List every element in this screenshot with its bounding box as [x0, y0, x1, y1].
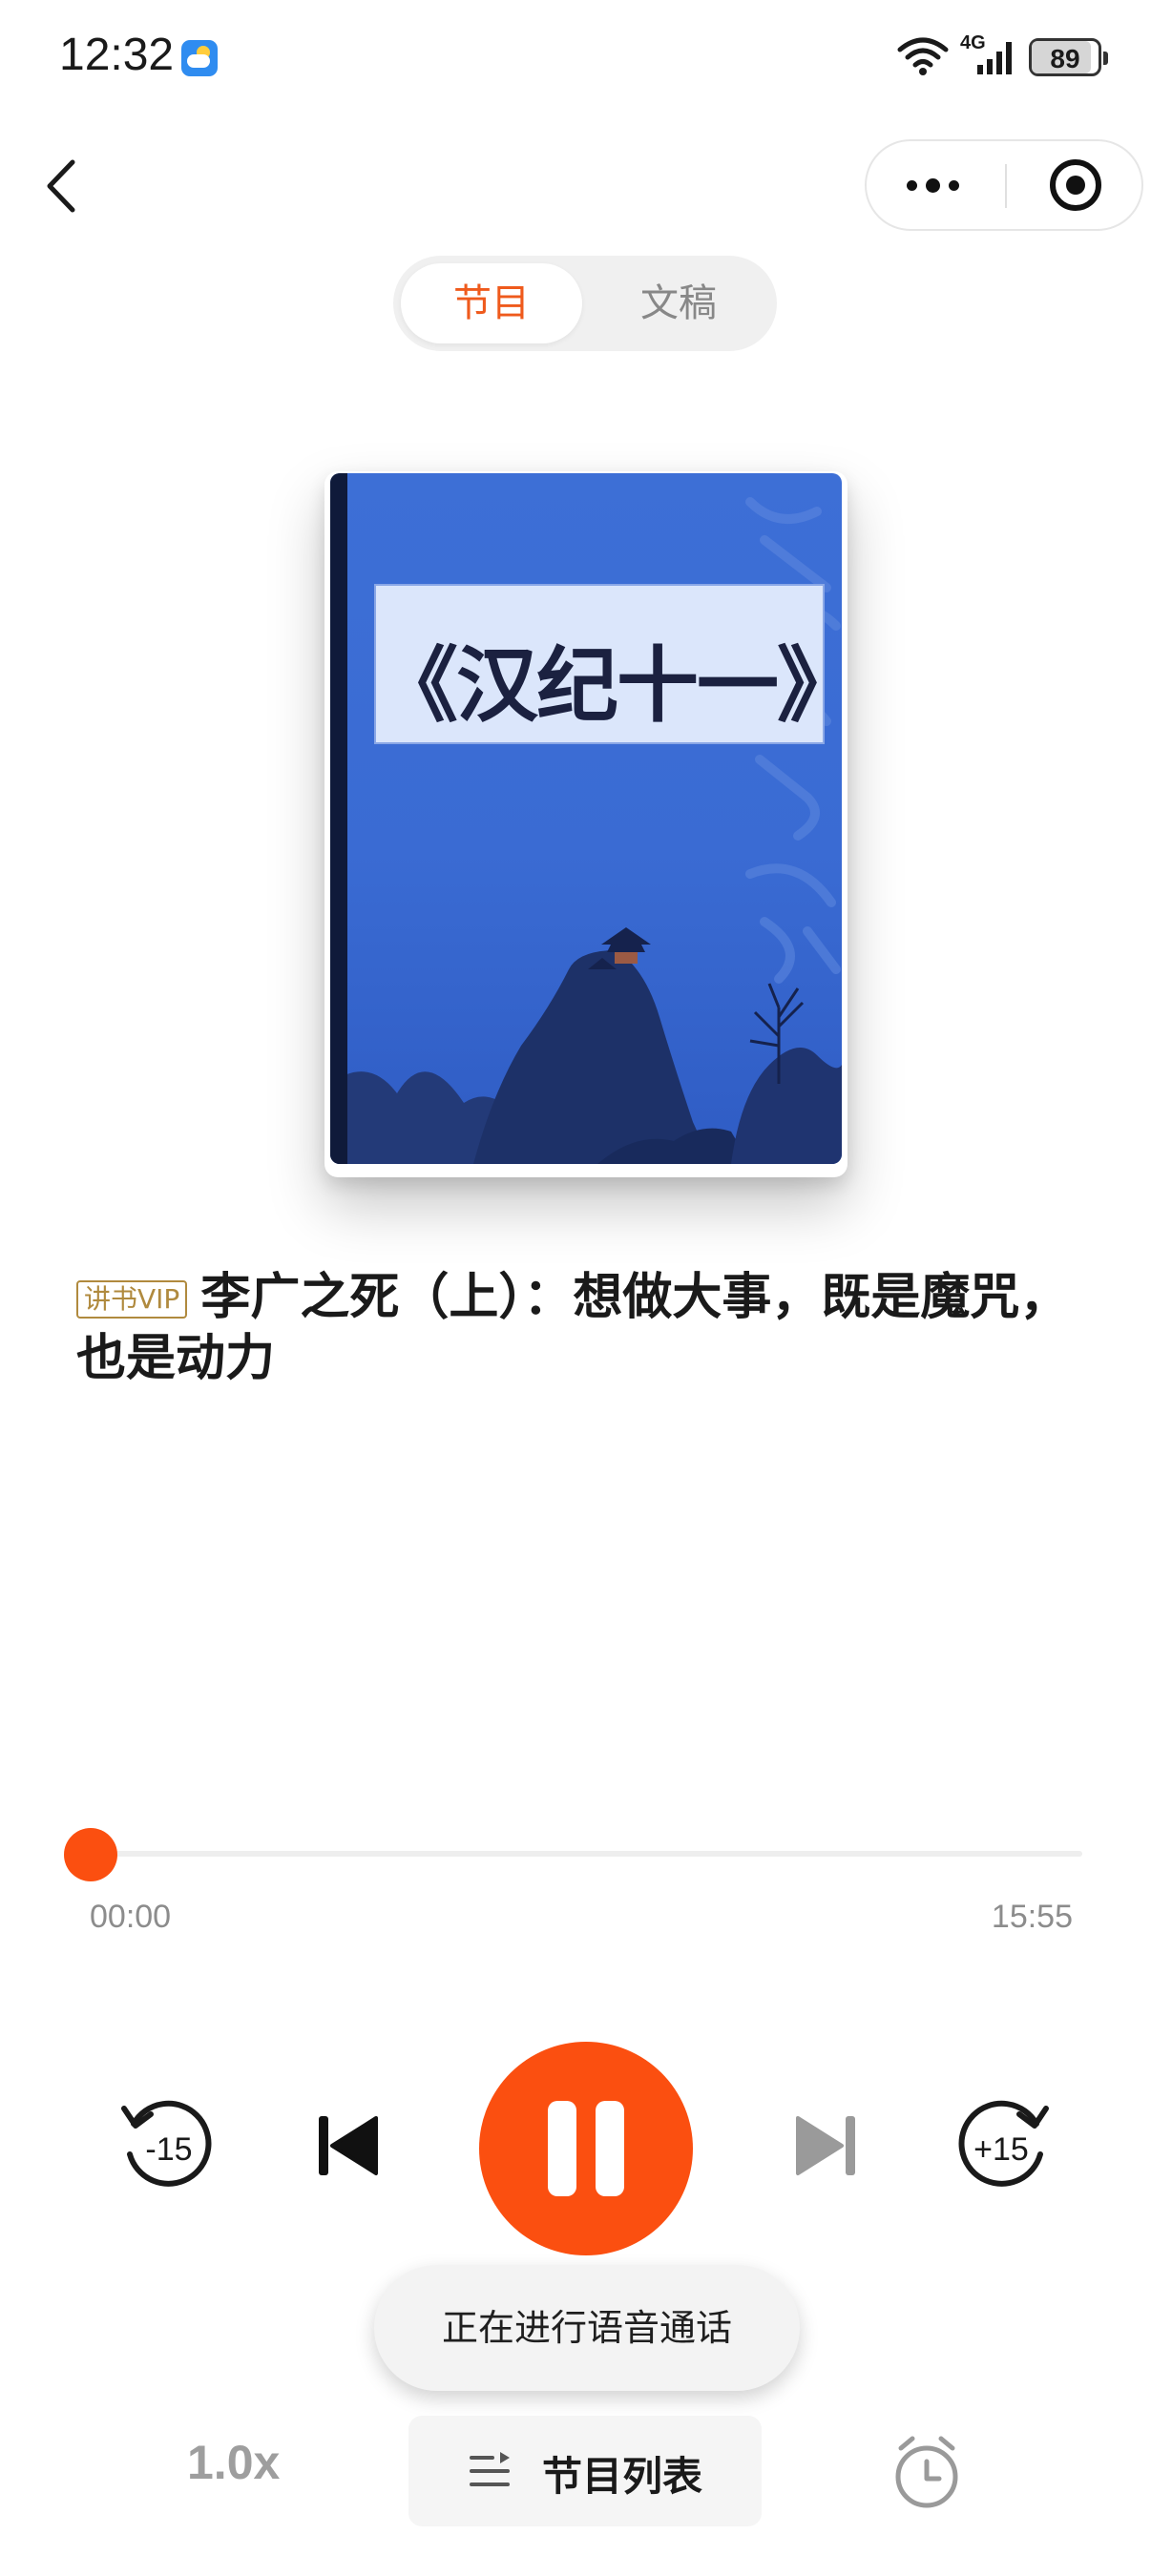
playlist-icon — [470, 2452, 510, 2486]
back-button[interactable] — [38, 153, 86, 219]
current-time: 00:00 — [90, 1899, 172, 1935]
next-track-button[interactable] — [792, 2110, 859, 2181]
cover-title-box: 《汉纪十一》 — [374, 584, 842, 744]
album-cover: 《汉纪十一》 — [330, 473, 842, 1164]
forward-15-icon: +15 — [958, 2100, 1049, 2187]
playlist-label: 节目列表 — [542, 2453, 703, 2500]
rewind-15-icon: -15 — [121, 2100, 212, 2187]
progress-thumb[interactable] — [64, 1828, 117, 1881]
more-dots-icon — [907, 180, 917, 191]
tab-transcript[interactable]: 文稿 — [588, 263, 769, 343]
content-tabs: 节目 文稿 — [393, 256, 777, 351]
episode-title-block: 讲书VIP 李广之死（上）：想做大事，既是魔咒，也是动力 — [76, 1267, 1107, 1389]
episode-title: 李广之死（上）：想做大事，既是魔咒，也是动力 — [76, 1269, 1070, 1387]
pause-button[interactable] — [479, 2042, 693, 2255]
forward-15-label: +15 — [973, 2131, 1029, 2168]
total-time: 15:55 — [991, 1899, 1073, 1935]
skip-next-icon — [796, 2116, 855, 2175]
cover-title: 《汉纪十一》 — [376, 637, 842, 734]
previous-track-button[interactable] — [315, 2110, 382, 2181]
weather-app-icon — [181, 40, 218, 76]
miniprogram-capsule — [865, 139, 1143, 231]
battery-icon: 89 — [1029, 38, 1108, 76]
sleep-timer-button[interactable] — [891, 2435, 962, 2511]
wifi-icon — [897, 37, 949, 75]
skip-previous-icon — [319, 2116, 378, 2175]
playback-speed-button[interactable]: 1.0x — [187, 2435, 280, 2490]
more-menu-button[interactable] — [867, 141, 1004, 229]
battery-percent: 89 — [1050, 44, 1080, 73]
landscape-artwork — [330, 497, 842, 1164]
rewind-15-button[interactable]: -15 — [116, 2095, 218, 2196]
voice-call-toast: 正在进行语音通话 — [374, 2265, 800, 2391]
status-time: 12:32 — [59, 30, 175, 80]
playlist-button[interactable]: 节目列表 — [408, 2416, 762, 2526]
progress-track[interactable] — [90, 1851, 1082, 1857]
tab-program[interactable]: 节目 — [401, 263, 582, 343]
pause-icon — [548, 2101, 576, 2196]
rewind-15-label: -15 — [145, 2131, 192, 2168]
status-bar: 12:32 4G 89 — [0, 0, 1172, 114]
forward-15-button[interactable]: +15 — [952, 2095, 1054, 2196]
close-miniprogram-button[interactable] — [1008, 141, 1143, 229]
signal-icon — [977, 42, 1012, 74]
chevron-left-icon — [47, 159, 75, 213]
vip-badge: 讲书VIP — [76, 1280, 188, 1319]
alarm-clock-icon — [895, 2436, 958, 2508]
